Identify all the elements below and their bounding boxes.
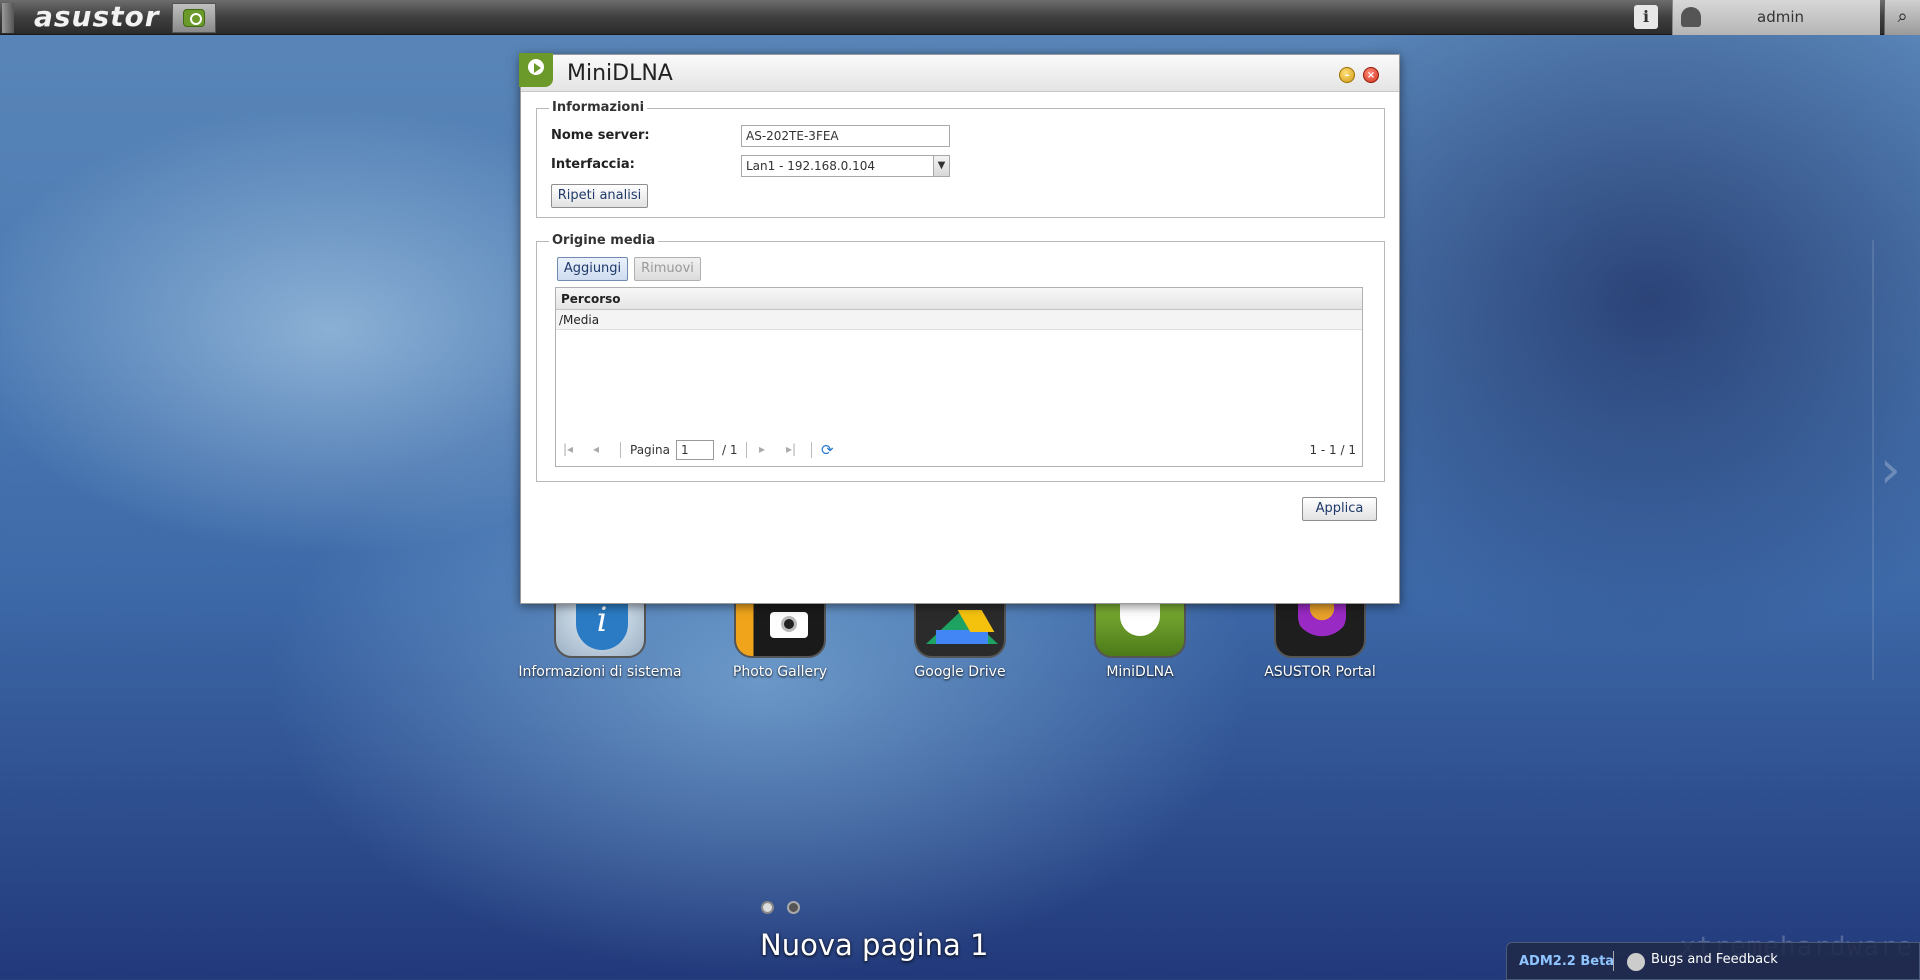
- adm-version[interactable]: ADM2.2 Beta: [1519, 954, 1614, 969]
- user-icon: [1681, 7, 1701, 27]
- pager: |◂ ◂ Pagina 1 / 1 ▸ ▸| ⟳ 1 - 1 / 1: [556, 436, 1362, 464]
- window-title: MiniDLNA: [567, 61, 673, 86]
- taskbar-minidlna-button[interactable]: [172, 3, 216, 33]
- window-title-bar[interactable]: MiniDLNA – ×: [519, 53, 1399, 92]
- desktop-icon-label: MiniDLNA: [1106, 664, 1174, 680]
- separator: [746, 442, 747, 458]
- taskbar-edge[interactable]: [2, 3, 14, 33]
- page-dot-2[interactable]: [787, 901, 800, 914]
- minidlna-icon: [183, 9, 205, 27]
- bug-icon: [1627, 953, 1645, 971]
- user-menu[interactable]: admin: [1672, 0, 1880, 35]
- record-count: 1 - 1 / 1: [1309, 443, 1356, 457]
- page-number-input[interactable]: 1: [676, 440, 714, 460]
- chevron-down-icon[interactable]: ▼: [933, 156, 949, 176]
- separator: [620, 442, 621, 458]
- info-icon[interactable]: i: [1634, 5, 1658, 29]
- desktop-icon-label: Photo Gallery: [732, 664, 828, 680]
- camera-icon: [734, 598, 826, 658]
- server-name-input[interactable]: AS-202TE-3FEA: [741, 125, 950, 147]
- interface-select[interactable]: Lan1 - 192.168.0.104 ▼: [741, 155, 950, 177]
- page-divider: [1872, 240, 1874, 680]
- refresh-icon[interactable]: ⟳: [821, 441, 834, 459]
- desktop-icon-label: Google Drive: [914, 664, 1006, 680]
- google-drive-icon: [914, 598, 1006, 658]
- top-bar: asustor i admin ⌕: [0, 0, 1920, 35]
- username: admin: [1757, 8, 1804, 26]
- first-page-icon[interactable]: |◂: [563, 442, 573, 456]
- minidlna-icon: [519, 53, 553, 87]
- separator: [1613, 951, 1614, 971]
- bugs-feedback-link[interactable]: Bugs and Feedback: [1651, 952, 1778, 967]
- next-page-arrow-icon[interactable]: ›: [1880, 440, 1910, 500]
- minidlna-icon: [1094, 598, 1186, 658]
- page-dot-1[interactable]: [761, 901, 774, 914]
- desktop-page-title: Nuova pagina 1: [760, 928, 989, 962]
- bottom-bar: ADM2.2 Beta Bugs and Feedback: [1506, 942, 1920, 980]
- media-table: Percorso /Media |◂ ◂ Pagina 1 / 1 ▸ ▸| ⟳…: [555, 287, 1363, 467]
- column-header-path[interactable]: Percorso: [556, 288, 1362, 310]
- portal-icon: [1274, 598, 1366, 658]
- close-icon[interactable]: ×: [1363, 67, 1379, 83]
- prev-page-icon[interactable]: ◂: [593, 442, 599, 456]
- page-total: / 1: [722, 443, 738, 457]
- add-button[interactable]: Aggiungi: [557, 257, 628, 281]
- asustor-logo: asustor: [34, 0, 160, 33]
- info-section: Informazioni: [536, 100, 1385, 218]
- info-icon: i: [554, 598, 646, 658]
- apply-button[interactable]: Applica: [1302, 497, 1377, 521]
- desktop-icon-label: ASUSTOR Portal: [1264, 664, 1376, 680]
- search-icon[interactable]: ⌕: [1884, 0, 1920, 35]
- interface-label: Interfaccia:: [551, 157, 635, 172]
- server-name-label: Nome server:: [551, 128, 650, 143]
- interface-select-value: Lan1 - 192.168.0.104: [746, 159, 876, 173]
- info-section-legend: Informazioni: [549, 100, 648, 115]
- last-page-icon[interactable]: ▸|: [786, 442, 796, 456]
- table-row[interactable]: /Media: [556, 310, 1362, 330]
- page-label: Pagina: [630, 443, 670, 457]
- desktop-icon-label: Informazioni di sistema: [518, 664, 682, 680]
- minimize-icon[interactable]: –: [1339, 67, 1355, 83]
- next-page-icon[interactable]: ▸: [759, 442, 765, 456]
- remove-button[interactable]: Rimuovi: [634, 257, 701, 281]
- rescan-button[interactable]: Ripeti analisi: [551, 184, 648, 208]
- separator: [811, 442, 812, 458]
- media-section-legend: Origine media: [549, 233, 659, 248]
